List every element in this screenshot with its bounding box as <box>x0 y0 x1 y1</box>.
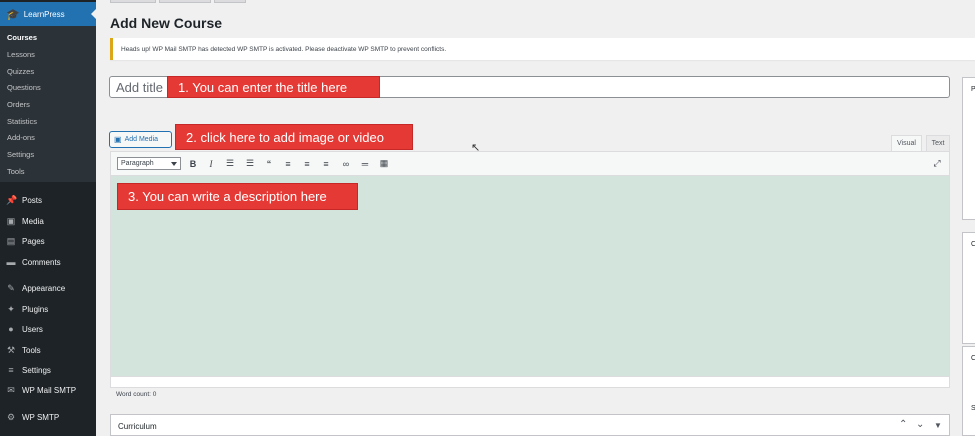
sliders-icon: ≡ <box>8 365 14 375</box>
category-panel: C <box>962 232 975 344</box>
sidebar-item-settings[interactable]: ≡ Settings <box>0 362 96 378</box>
bold-icon[interactable]: B <box>187 157 199 170</box>
blockquote-icon[interactable]: “ <box>263 157 275 170</box>
add-media-label: Add Media <box>124 136 159 143</box>
chevron-up-icon[interactable]: ⌃ <box>899 419 907 430</box>
sidebar-item-wp-mail-smtp[interactable]: ✉ WP Mail SMTP <box>0 382 96 398</box>
tab-visual[interactable]: Visual <box>891 135 922 151</box>
sidebar-item-label: Users <box>22 324 43 334</box>
mail-icon: ✉ <box>7 385 15 395</box>
pin-icon: 📌 <box>6 195 18 205</box>
panel-title: C <box>971 355 975 362</box>
sidebar-item-plugins[interactable]: ✦ Plugins <box>0 301 96 317</box>
bullet-list-icon[interactable]: ☰ <box>224 157 236 170</box>
title-placeholder: Add title <box>116 79 163 95</box>
user-icon: ● <box>8 324 14 334</box>
sidebar-item-comments[interactable]: ▬ Comments <box>0 254 96 270</box>
panel-title: C <box>971 241 975 248</box>
chevron-down-icon <box>171 162 177 166</box>
top-tab[interactable] <box>214 0 246 3</box>
editor-toolbar: Paragraph B I ☰ ☰ “ ≡ ≡ ≡ ∞ ═ ▦ ⤢ <box>110 151 950 176</box>
sidebar-item-media[interactable]: ▣ Media <box>0 213 96 229</box>
align-center-icon[interactable]: ≡ <box>301 157 313 170</box>
word-count: Word count: 0 <box>116 391 157 398</box>
sidebar-item-label: Posts <box>22 195 43 205</box>
toolbar-toggle-icon[interactable]: ▦ <box>378 157 390 170</box>
admin-sidebar: 🎓 LearnPress Courses Lessons Quizzes Que… <box>0 0 96 436</box>
sidebar-item-label: Pages <box>22 236 45 246</box>
submenu-item-statistics[interactable]: Statistics <box>7 117 37 126</box>
sidebar-item-label: Media <box>22 216 44 226</box>
active-arrow <box>91 9 96 19</box>
panel-label: S <box>971 405 975 412</box>
panel-title: P <box>971 86 975 93</box>
sidebar-item-learnpress[interactable]: 🎓 LearnPress <box>0 2 96 26</box>
submenu-item-quizzes[interactable]: Quizzes <box>7 67 34 76</box>
sidebar-item-tools[interactable]: ⚒ Tools <box>0 342 96 358</box>
sidebar-item-label: Comments <box>22 257 61 267</box>
sidebar-item-users[interactable]: ● Users <box>0 321 96 337</box>
callout-description: 3. You can write a description here <box>117 183 358 210</box>
sidebar-item-label: WP SMTP <box>22 412 60 422</box>
format-select-value: Paragraph <box>121 160 154 167</box>
sidebar-item-appearance[interactable]: ✎ Appearance <box>0 280 96 296</box>
tab-text[interactable]: Text <box>926 135 950 151</box>
media-icon: ▣ <box>114 135 122 144</box>
curriculum-title: Curriculum <box>118 422 157 431</box>
wrench-icon: ⚒ <box>6 345 16 355</box>
sidebar-item-label: Appearance <box>22 283 66 293</box>
callout-media: 2. click here to add image or video <box>175 124 413 150</box>
submenu-item-addons[interactable]: Add-ons <box>7 133 35 142</box>
top-tab[interactable] <box>159 0 211 3</box>
submenu-item-lessons[interactable]: Lessons <box>7 50 35 59</box>
submenu-item-tools[interactable]: Tools <box>7 167 25 176</box>
learnpress-submenu: Courses Lessons Quizzes Questions Orders… <box>0 26 96 182</box>
format-select[interactable]: Paragraph <box>117 157 181 170</box>
settings-panel: C S <box>962 346 975 436</box>
submenu-item-questions[interactable]: Questions <box>7 83 41 92</box>
numbered-list-icon[interactable]: ☰ <box>244 157 256 170</box>
sidebar-item-label: LearnPress <box>23 9 65 19</box>
align-right-icon[interactable]: ≡ <box>320 157 332 170</box>
link-icon[interactable]: ∞ <box>340 157 352 170</box>
sidebar-item-label: Plugins <box>22 304 49 314</box>
callout-title: 1. You can enter the title here <box>167 76 380 98</box>
sidebar-item-label: WP Mail SMTP <box>22 385 77 395</box>
curriculum-panel: Curriculum ⌃ ⌄ ▼ <box>110 414 950 436</box>
pages-icon: ▤ <box>6 236 16 246</box>
sidebar-item-label: Settings <box>22 365 51 375</box>
sidebar-item-label: Tools <box>22 345 41 355</box>
sidebar-item-wp-smtp[interactable]: ⚙ WP SMTP <box>0 409 96 425</box>
submenu-item-settings[interactable]: Settings <box>7 150 34 159</box>
fullscreen-icon[interactable]: ⤢ <box>931 157 943 170</box>
sidebar-item-posts[interactable]: 📌 Posts <box>0 192 96 208</box>
editor-status-bar <box>110 376 950 388</box>
sidebar-item-pages[interactable]: ▤ Pages <box>0 233 96 249</box>
plug-icon: ✦ <box>7 304 15 314</box>
read-more-icon[interactable]: ═ <box>359 157 371 170</box>
comment-icon: ▬ <box>6 257 16 267</box>
graduation-cap-icon: 🎓 <box>6 8 20 21</box>
page-title: Add New Course <box>110 15 223 31</box>
caret-down-icon[interactable]: ▼ <box>934 421 942 430</box>
chevron-down-icon[interactable]: ⌄ <box>916 419 924 430</box>
submenu-item-courses[interactable]: Courses <box>7 33 37 42</box>
top-tab[interactable] <box>110 0 156 3</box>
add-media-button[interactable]: ▣ Add Media <box>109 131 172 148</box>
align-left-icon[interactable]: ≡ <box>282 157 294 170</box>
gear-icon: ⚙ <box>6 412 16 422</box>
media-icon: ▣ <box>6 216 16 226</box>
italic-icon[interactable]: I <box>205 157 217 170</box>
submenu-item-orders[interactable]: Orders <box>7 100 30 109</box>
brush-icon: ✎ <box>7 283 15 293</box>
admin-notice: Heads up! WP Mail SMTP has detected WP S… <box>110 38 975 60</box>
publish-panel: P <box>962 77 975 220</box>
